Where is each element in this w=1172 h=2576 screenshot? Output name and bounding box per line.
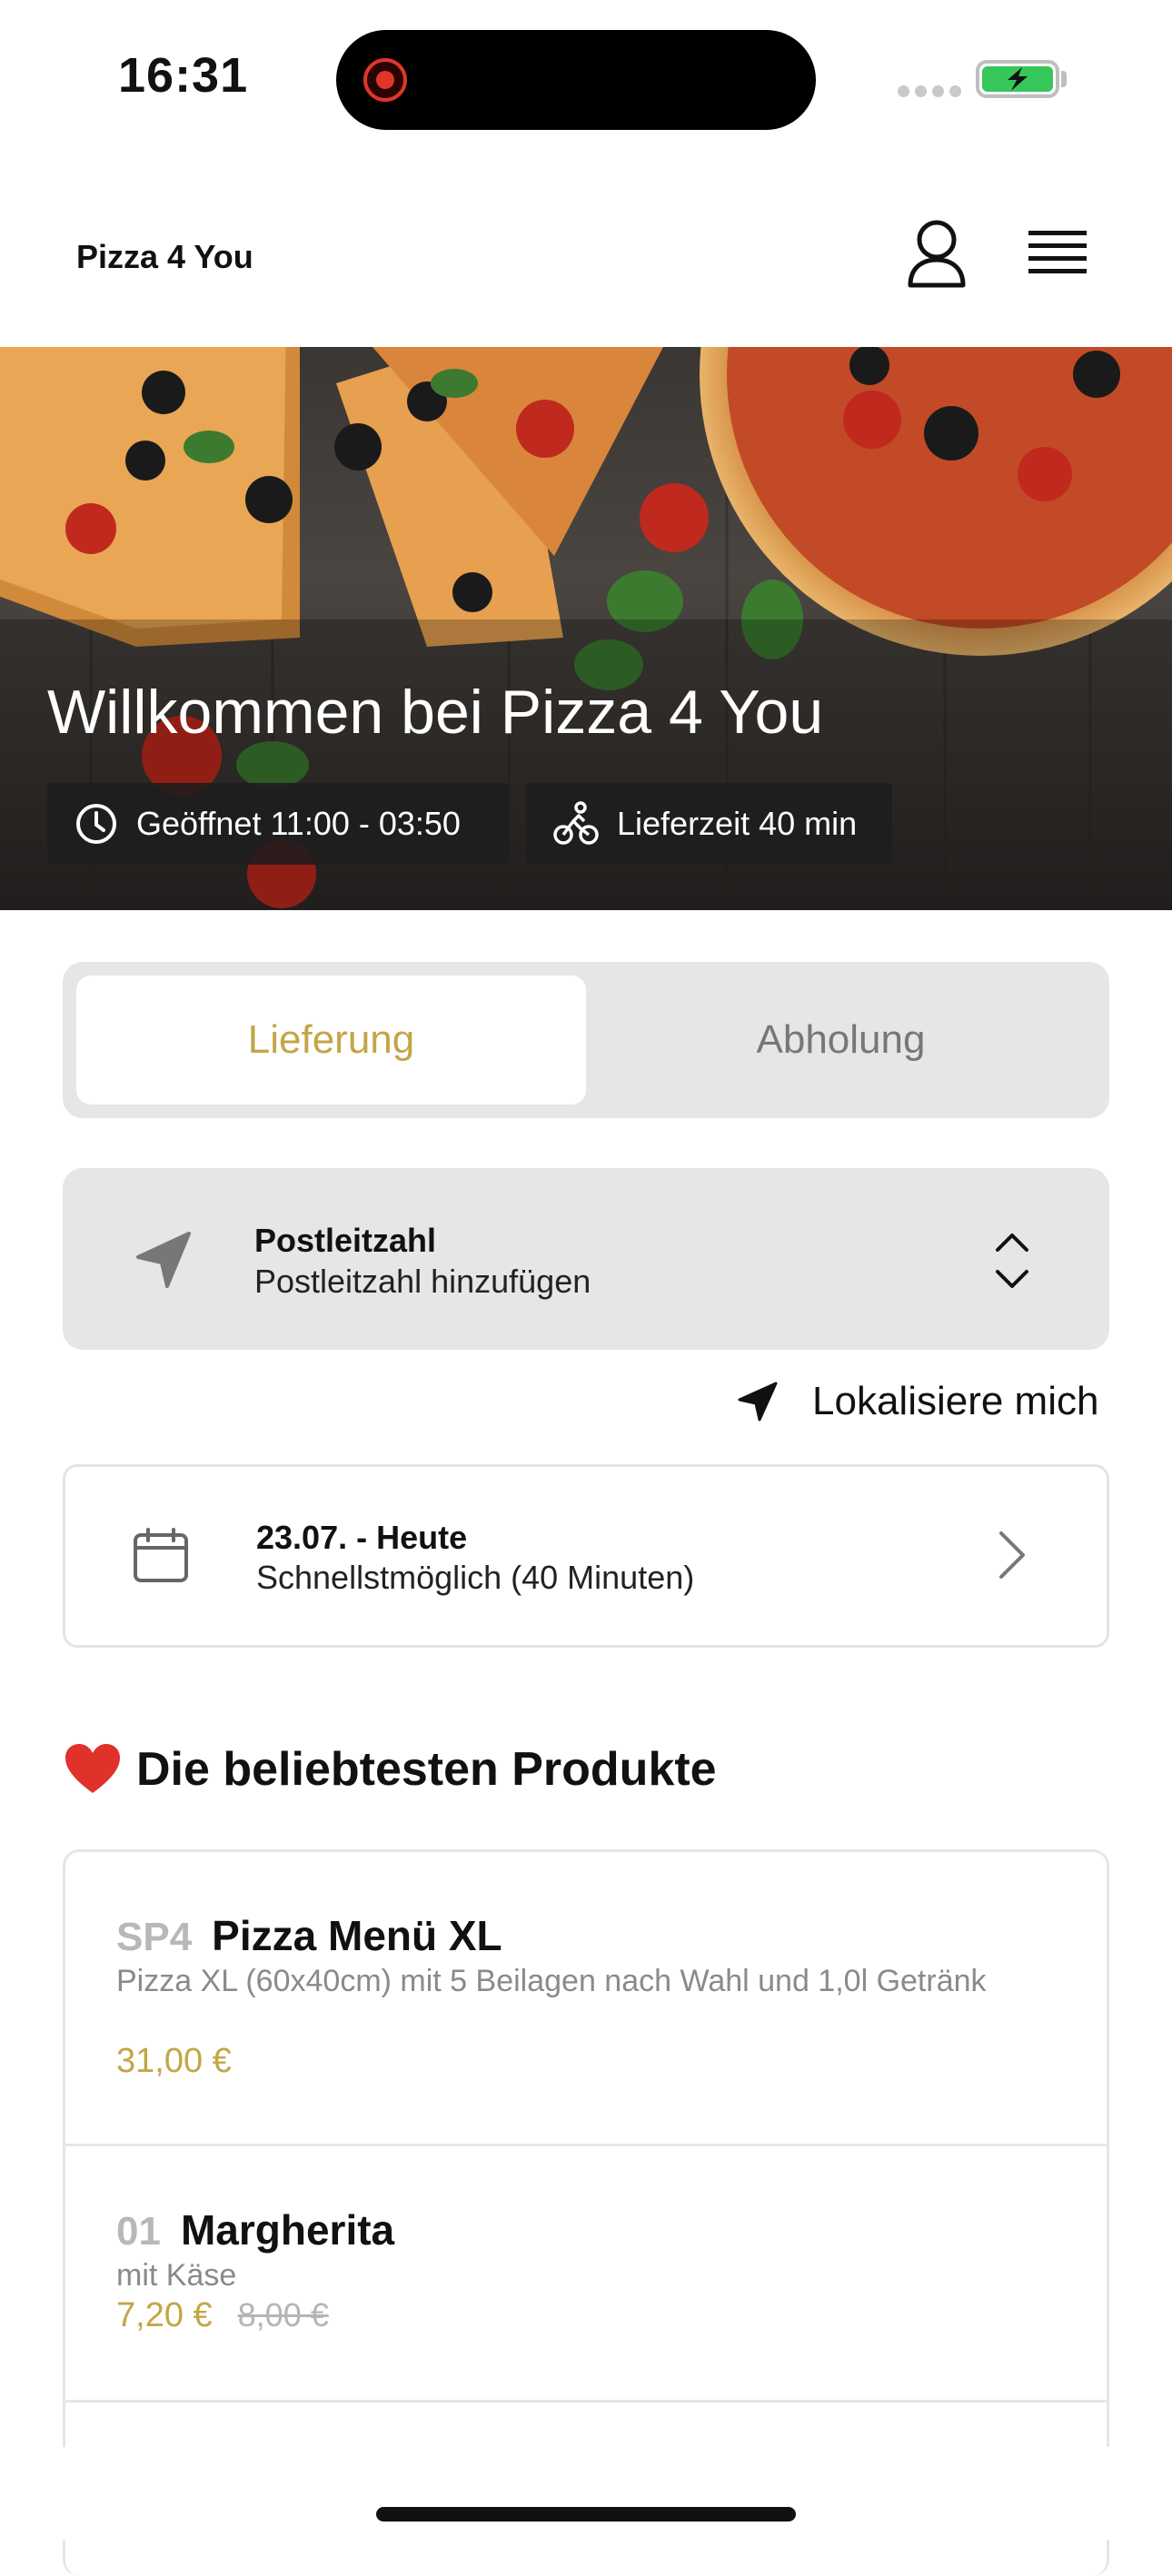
brand-title[interactable]: Pizza 4 You (76, 238, 253, 276)
battery-cap (1061, 71, 1067, 87)
chevron-up-down-icon[interactable] (990, 1228, 1034, 1293)
bottom-safe-area (0, 2447, 1172, 2540)
product-item[interactable]: SP4 Pizza Menü XL (116, 1911, 502, 1960)
hero-title: Willkommen bei Pizza 4 You (47, 678, 824, 747)
hamburger-menu-icon[interactable] (1028, 227, 1087, 282)
delivery-time-selector[interactable] (63, 1464, 1109, 1648)
product-price: 31,00 € (116, 2042, 232, 2080)
product-old-price: 8,00 € (237, 2296, 329, 2333)
section-title: Die beliebtesten Produkte (136, 1743, 717, 1796)
clock-icon (76, 804, 116, 844)
postal-code-placeholder[interactable]: Postleitzahl hinzufügen (254, 1263, 591, 1301)
battery-icon (976, 60, 1059, 98)
product-name: Pizza Menü XL (212, 1912, 502, 1959)
home-indicator[interactable] (376, 2507, 796, 2522)
calendar-icon (131, 1526, 191, 1586)
divider (65, 2144, 1107, 2146)
navigation-arrow-icon (127, 1224, 200, 1297)
recording-icon (363, 58, 407, 102)
product-name: Margherita (180, 2206, 395, 2254)
location-arrow-icon (738, 1382, 778, 1422)
delivery-time-chip: Lieferzeit 40 min (526, 783, 892, 865)
signal-icon (898, 85, 961, 97)
locate-me-button[interactable]: Lokalisiere mich (736, 1379, 1098, 1424)
user-icon[interactable] (905, 218, 968, 291)
product-description: mit Käse (116, 2258, 237, 2293)
product-code: 01 (116, 2209, 161, 2254)
divider (65, 2400, 1107, 2403)
dynamic-island (336, 30, 816, 130)
delivery-time-text: Lieferzeit 40 min (617, 805, 858, 842)
product-description: Pizza XL (60x40cm) mit 5 Beilagen nach W… (116, 1964, 987, 1998)
tab-delivery[interactable]: Lieferung (76, 976, 586, 1105)
bicycle-icon (553, 801, 599, 845)
postal-code-selector[interactable] (63, 1168, 1109, 1350)
status-time: 16:31 (118, 48, 249, 103)
product-item[interactable]: 01 Margherita (116, 2205, 394, 2254)
opening-hours-text: Geöffnet 11:00 - 03:50 (136, 805, 461, 842)
heart-icon (64, 1742, 122, 1797)
delivery-date: 23.07. - Heute (256, 1519, 468, 1556)
tab-pickup[interactable]: Abholung (586, 976, 1096, 1105)
product-code: SP4 (116, 1915, 193, 1959)
chevron-right-icon (996, 1528, 1028, 1582)
postal-code-label: Postleitzahl (254, 1222, 437, 1259)
delivery-time-option: Schnellstmöglich (40 Minuten) (256, 1559, 695, 1596)
product-price: 7,20 € (116, 2296, 213, 2334)
product-price-row: 7,20 € 8,00 € (116, 2296, 329, 2335)
opening-hours-chip: Geöffnet 11:00 - 03:50 (47, 783, 509, 865)
locate-me-label: Lokalisiere mich (812, 1379, 1099, 1423)
